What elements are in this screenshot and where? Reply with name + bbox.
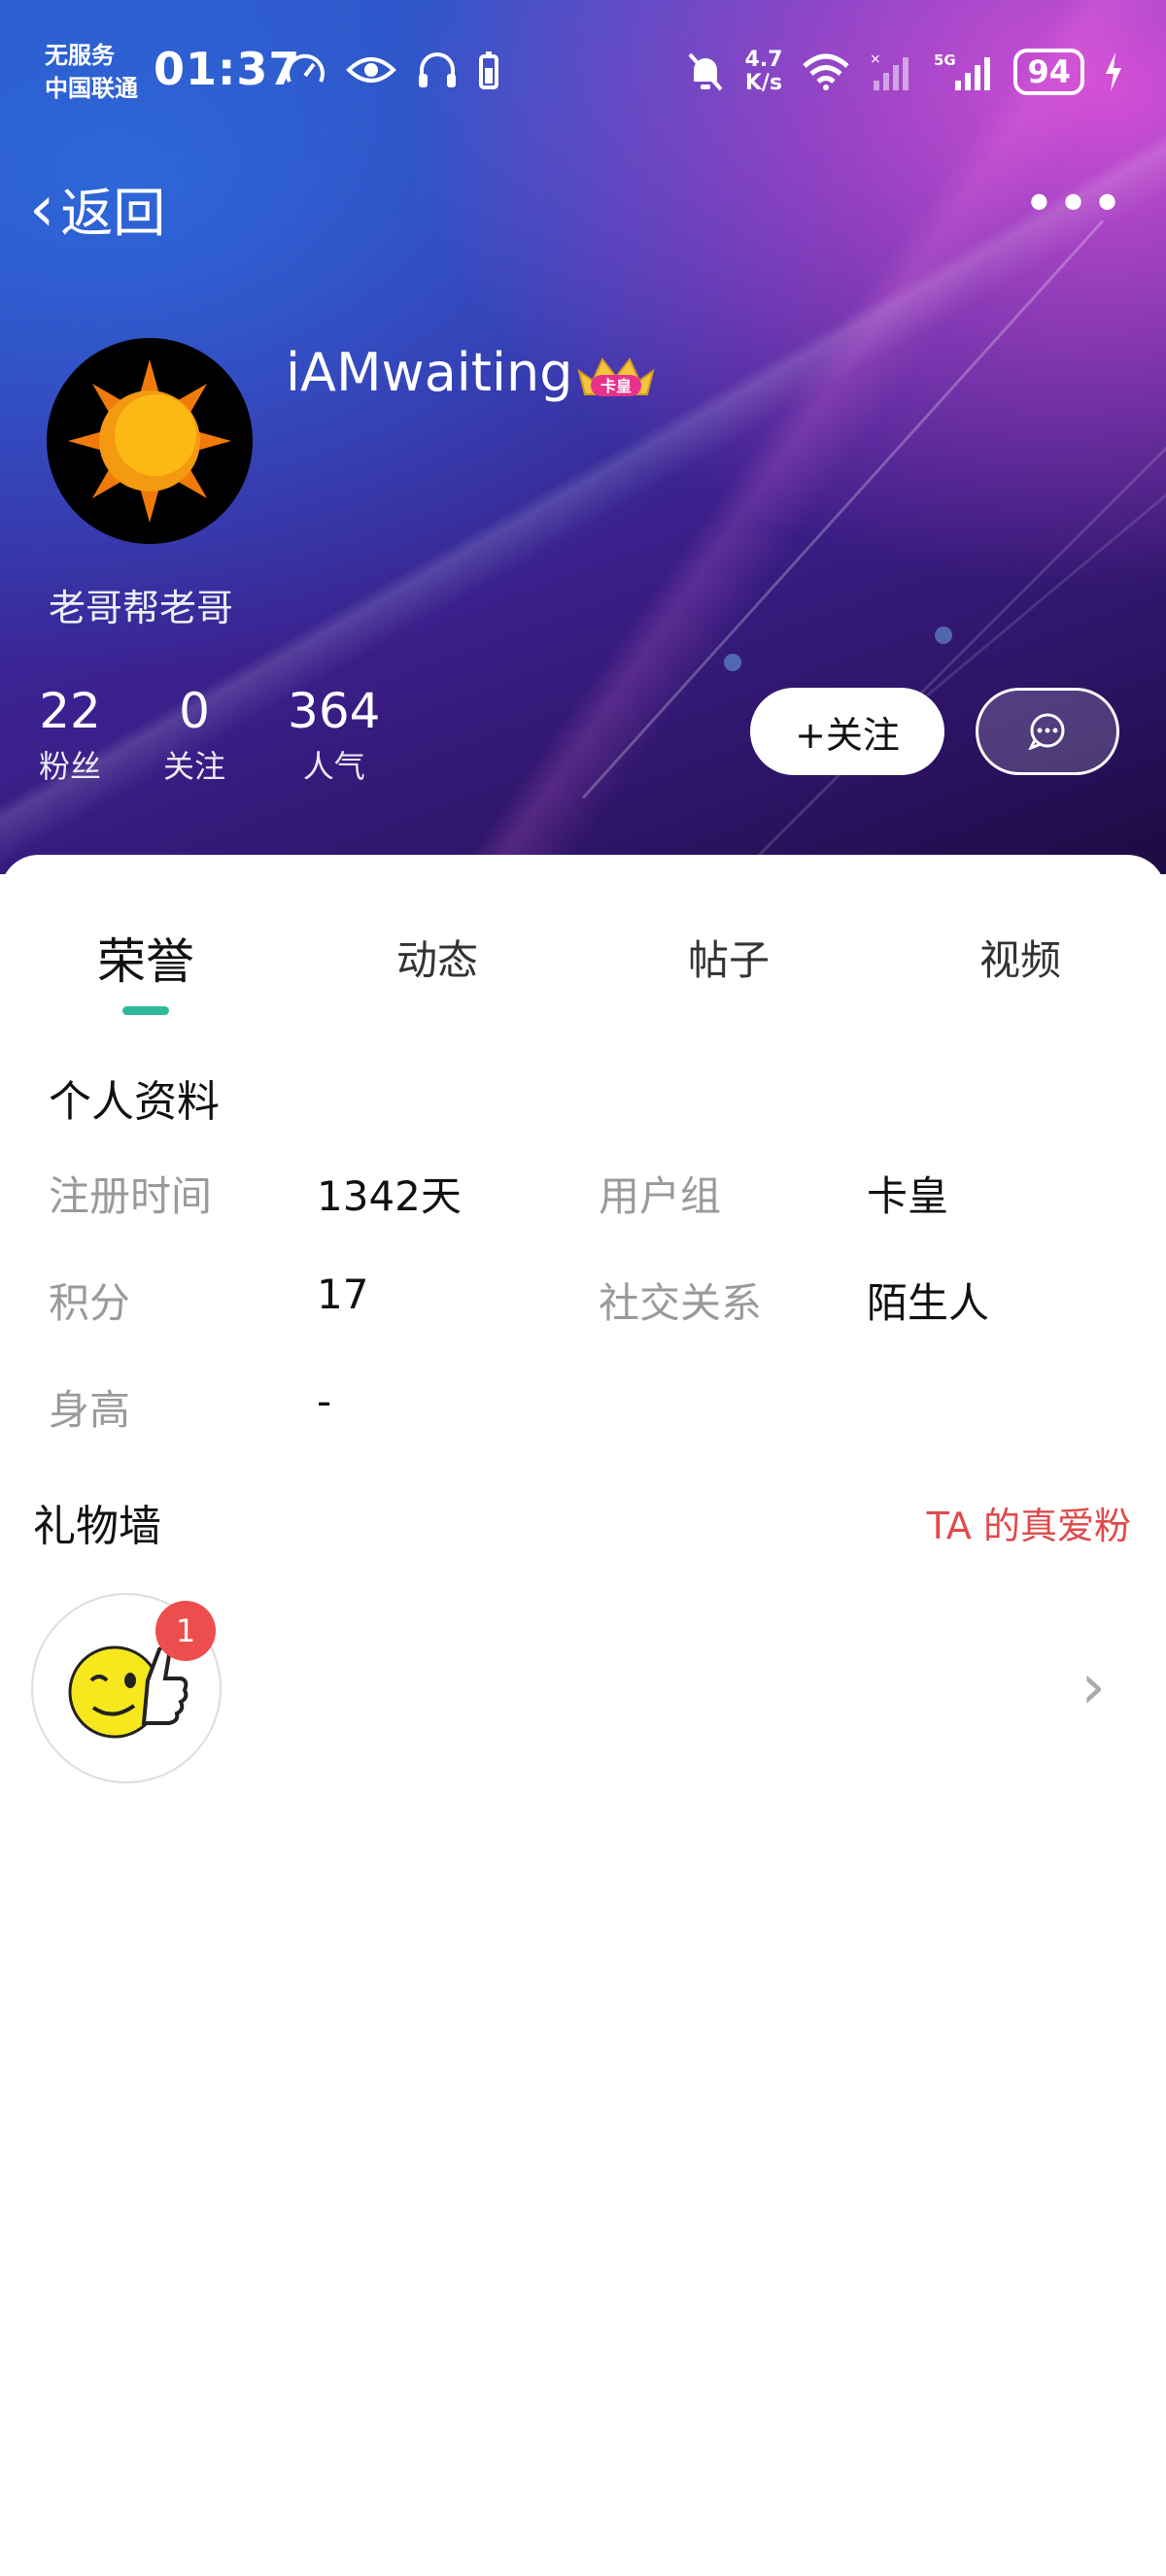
reg-time-label: 注册时间 (49, 1172, 213, 1220)
status-left-icons (284, 51, 499, 89)
carrier-info: 无服务 中国联通 (45, 39, 138, 105)
height-label: 身高 (49, 1386, 131, 1434)
profile-tabs: 荣誉 动态 帖子 视频 (0, 923, 1166, 991)
carrier-line-1: 无服务 (45, 42, 115, 69)
height-value: - (317, 1377, 332, 1425)
stat-following[interactable]: 0 关注 (163, 680, 225, 787)
crown-icon: 卡皇 (577, 357, 655, 396)
relation-label: 社交关系 (599, 1279, 763, 1327)
stat-value: 0 (179, 683, 210, 739)
back-label: 返回 (60, 183, 166, 244)
status-time: 01:37 (154, 43, 301, 95)
profile-stats: 22 粉丝 0 关注 364 人气 (39, 680, 442, 787)
signal-5g-icon: 5G (934, 51, 991, 90)
user-group-value: 卡皇 (867, 1172, 949, 1220)
chevron-left-icon: ‹ (29, 171, 55, 246)
stat-value: 22 (39, 683, 101, 739)
signal-no-sim-icon: × (870, 51, 909, 90)
crown-badge: 卡皇 (573, 352, 659, 404)
more-options-button[interactable]: ••• (1023, 173, 1125, 236)
wifi-icon (803, 53, 850, 90)
svg-text:5G: 5G (934, 51, 956, 69)
follow-button[interactable]: +关注 (750, 688, 944, 775)
chevron-right-icon[interactable]: › (1080, 1651, 1106, 1723)
profile-content-card: 荣誉 动态 帖子 视频 个人资料 注册时间 1342天 用户组 卡皇 积分 17… (0, 855, 1166, 2576)
chat-bubble-icon (1028, 713, 1065, 750)
badge-text: 卡皇 (600, 377, 632, 395)
reg-time-value: 1342天 (317, 1172, 462, 1220)
headphones-icon (419, 52, 456, 87)
tab-videos[interactable]: 视频 (923, 928, 1117, 987)
stat-popularity: 364 人气 (288, 680, 380, 787)
status-bar: 无服务 中国联通 01:37 4.7 K/s × 5G 94 (0, 0, 1166, 146)
stat-value: 364 (288, 683, 381, 739)
net-speed-unit: K/s (744, 71, 783, 95)
points-value: 17 (317, 1271, 369, 1318)
battery-indicator: 94 (1013, 49, 1084, 95)
sun-avatar-icon (68, 359, 231, 523)
svg-text:×: × (870, 51, 881, 67)
carrier-line-2: 中国联通 (45, 75, 138, 102)
banner-dot (724, 654, 741, 671)
tab-activity[interactable]: 动态 (340, 928, 534, 987)
net-speed: 4.7 K/s (744, 49, 782, 95)
profile-info-title: 个人资料 (49, 1077, 220, 1127)
username: iAMwaiting (286, 342, 573, 403)
relation-value: 陌生人 (867, 1279, 990, 1327)
message-button[interactable] (976, 688, 1119, 775)
charging-bolt-icon (1106, 52, 1121, 91)
headphone-battery-icon (479, 51, 498, 89)
avatar[interactable] (47, 338, 253, 544)
tab-posts[interactable]: 帖子 (632, 928, 826, 987)
info-row: 积分 17 社交关系 陌生人 (0, 1271, 1166, 1329)
user-group-label: 用户组 (599, 1172, 722, 1220)
stat-label: 人气 (302, 748, 365, 785)
net-speed-value: 4.7 (744, 48, 783, 72)
info-row: 注册时间 1342天 用户组 卡皇 (0, 1164, 1166, 1222)
info-row: 身高 - (0, 1377, 1166, 1436)
active-tab-indicator (122, 1006, 169, 1015)
speedometer-icon (286, 53, 325, 83)
banner-dot (935, 627, 952, 644)
user-signature: 老哥帮老哥 (49, 587, 234, 629)
stat-label: 关注 (163, 748, 226, 785)
gift-wall-title: 礼物墙 (33, 1502, 161, 1551)
back-button[interactable]: ‹ 返回 (29, 170, 165, 247)
stat-label: 粉丝 (39, 748, 102, 785)
points-label: 积分 (49, 1279, 131, 1327)
true-fans-link[interactable]: TA 的真爱粉 (927, 1496, 1131, 1549)
tab-honor[interactable]: 荣誉 (49, 923, 243, 993)
eye-icon (346, 57, 396, 83)
mute-bell-icon (688, 52, 723, 91)
stat-fans[interactable]: 22 粉丝 (39, 680, 101, 787)
status-right-icons: 4.7 K/s × 5G 94 (686, 49, 1123, 95)
gift-count-badge: 1 (155, 1601, 216, 1661)
